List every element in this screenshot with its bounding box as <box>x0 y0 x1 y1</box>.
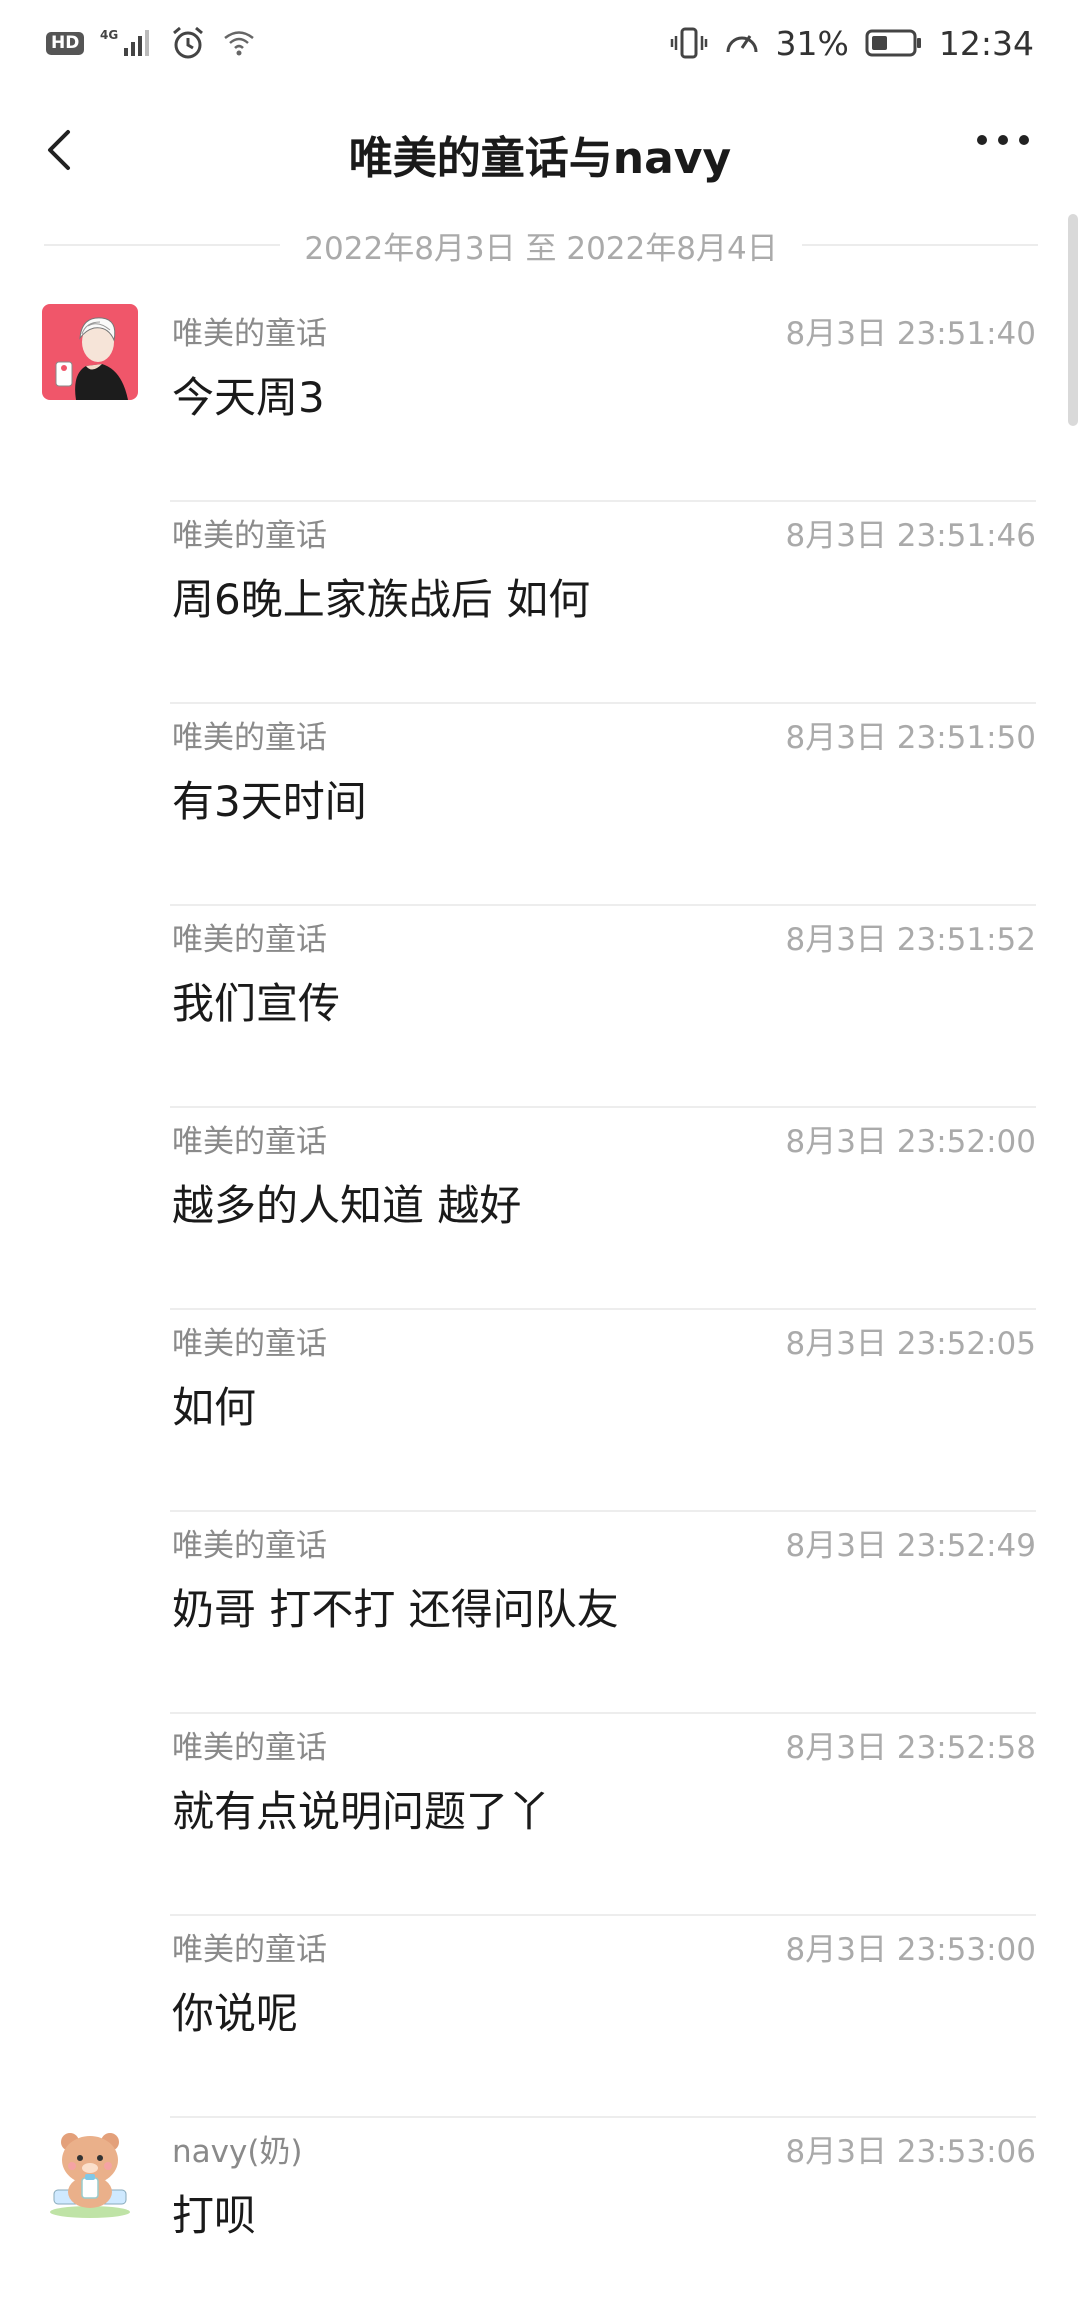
bear-cartoon-avatar-icon <box>42 2122 138 2218</box>
message-content[interactable]: 如何 <box>172 1374 256 1435</box>
wifi-icon <box>222 28 256 58</box>
sender-name: 唯美的童话 <box>172 922 327 958</box>
message-content[interactable]: 你说呢 <box>172 1980 298 2041</box>
sender-name: 唯美的童话 <box>172 1730 327 1766</box>
sender-name: navy(奶) <box>172 2134 303 2170</box>
clock-time: 12:34 <box>938 23 1034 63</box>
sender-name: 唯美的童话 <box>172 1124 327 1160</box>
sender-name: 唯美的童话 <box>172 316 327 352</box>
message-time: 8月3日 23:52:00 <box>785 1124 1036 1160</box>
avatar[interactable] <box>42 304 138 400</box>
divider-line-right <box>801 244 1039 246</box>
message-item[interactable]: 唯美的童话 8月3日 23:51:40 今天周3 <box>0 300 1080 502</box>
network-label: 4G <box>100 28 118 42</box>
message-time: 8月3日 23:51:52 <box>785 922 1036 958</box>
message-content[interactable]: 我们宣传 <box>172 970 340 1031</box>
sender-name: 唯美的童话 <box>172 1326 327 1362</box>
battery-icon <box>865 27 923 59</box>
message-time: 8月3日 23:51:46 <box>785 518 1036 554</box>
message-item[interactable]: 唯美的童话 8月3日 23:51:46 周6晚上家族战后 如何 <box>0 502 1080 704</box>
battery-percent: 31% <box>775 23 849 63</box>
message-content[interactable]: 奶哥 打不打 还得问队友 <box>172 1576 619 1637</box>
message-content[interactable]: 打呗 <box>172 2182 256 2243</box>
date-range-separator: 2022年8月3日 至 2022年8月4日 <box>44 222 1039 268</box>
message-item[interactable]: 唯美的童话 8月3日 23:51:52 我们宣传 <box>0 906 1080 1108</box>
message-content[interactable]: 有3天时间 <box>172 768 367 829</box>
avatar[interactable] <box>42 2122 138 2218</box>
status-bar: HD 4G 31% 12:34 <box>0 0 1080 86</box>
more-options-button[interactable] <box>968 126 1038 176</box>
message-content[interactable]: 周6晚上家族战后 如何 <box>172 566 590 627</box>
more-dots-icon <box>977 135 1029 145</box>
message-time: 8月3日 23:52:58 <box>785 1730 1036 1766</box>
message-time: 8月3日 23:52:05 <box>785 1326 1036 1362</box>
message-content[interactable]: 今天周3 <box>172 364 325 425</box>
message-list: 唯美的童话 8月3日 23:51:40 今天周3 唯美的童话 8月3日 23:5… <box>0 300 1080 2320</box>
alarm-clock-icon <box>170 25 206 61</box>
message-item[interactable]: 唯美的童话 8月3日 23:52:49 奶哥 打不打 还得问队友 <box>0 1512 1080 1714</box>
signal-icon: 4G <box>100 26 154 60</box>
status-bar-left: HD 4G <box>46 25 256 61</box>
message-time: 8月3日 23:53:06 <box>785 2134 1036 2170</box>
hd-badge: HD <box>46 31 85 55</box>
message-item[interactable]: 唯美的童话 8月3日 23:52:05 如何 <box>0 1310 1080 1512</box>
divider-line-left <box>44 244 281 246</box>
sender-name: 唯美的童话 <box>172 1932 327 1968</box>
date-range-label: 2022年8月3日 至 2022年8月4日 <box>304 230 778 267</box>
message-time: 8月3日 23:51:50 <box>785 720 1036 756</box>
message-item[interactable]: 唯美的童话 8月3日 23:52:00 越多的人知道 越好 <box>0 1108 1080 1310</box>
message-content[interactable]: 越多的人知道 越好 <box>172 1172 521 1233</box>
chat-header: 唯美的童话与navy <box>0 96 1080 206</box>
sender-name: 唯美的童话 <box>172 518 327 554</box>
page-title: 唯美的童话与navy <box>348 133 732 184</box>
sender-name: 唯美的童话 <box>172 1528 327 1564</box>
message-item[interactable]: 唯美的童话 8月3日 23:52:58 就有点说明问题了丫 <box>0 1714 1080 1916</box>
message-item[interactable]: 唯美的童话 8月3日 23:53:00 你说呢 <box>0 1916 1080 2118</box>
message-content[interactable]: 就有点说明问题了丫 <box>172 1778 550 1839</box>
vibrate-icon <box>670 26 708 60</box>
sender-name: 唯美的童话 <box>172 720 327 756</box>
message-item[interactable]: 唯美的童话 8月3日 23:51:50 有3天时间 <box>0 704 1080 906</box>
woman-illustration-avatar-icon <box>42 304 138 400</box>
message-time: 8月3日 23:53:00 <box>785 1932 1036 1968</box>
status-bar-right: 31% 12:34 <box>670 24 1034 63</box>
speedometer-icon <box>724 26 760 60</box>
message-item[interactable]: navy(奶) 8月3日 23:53:06 打呗 <box>0 2118 1080 2320</box>
message-time: 8月3日 23:51:40 <box>785 316 1036 352</box>
message-time: 8月3日 23:52:49 <box>785 1528 1036 1564</box>
